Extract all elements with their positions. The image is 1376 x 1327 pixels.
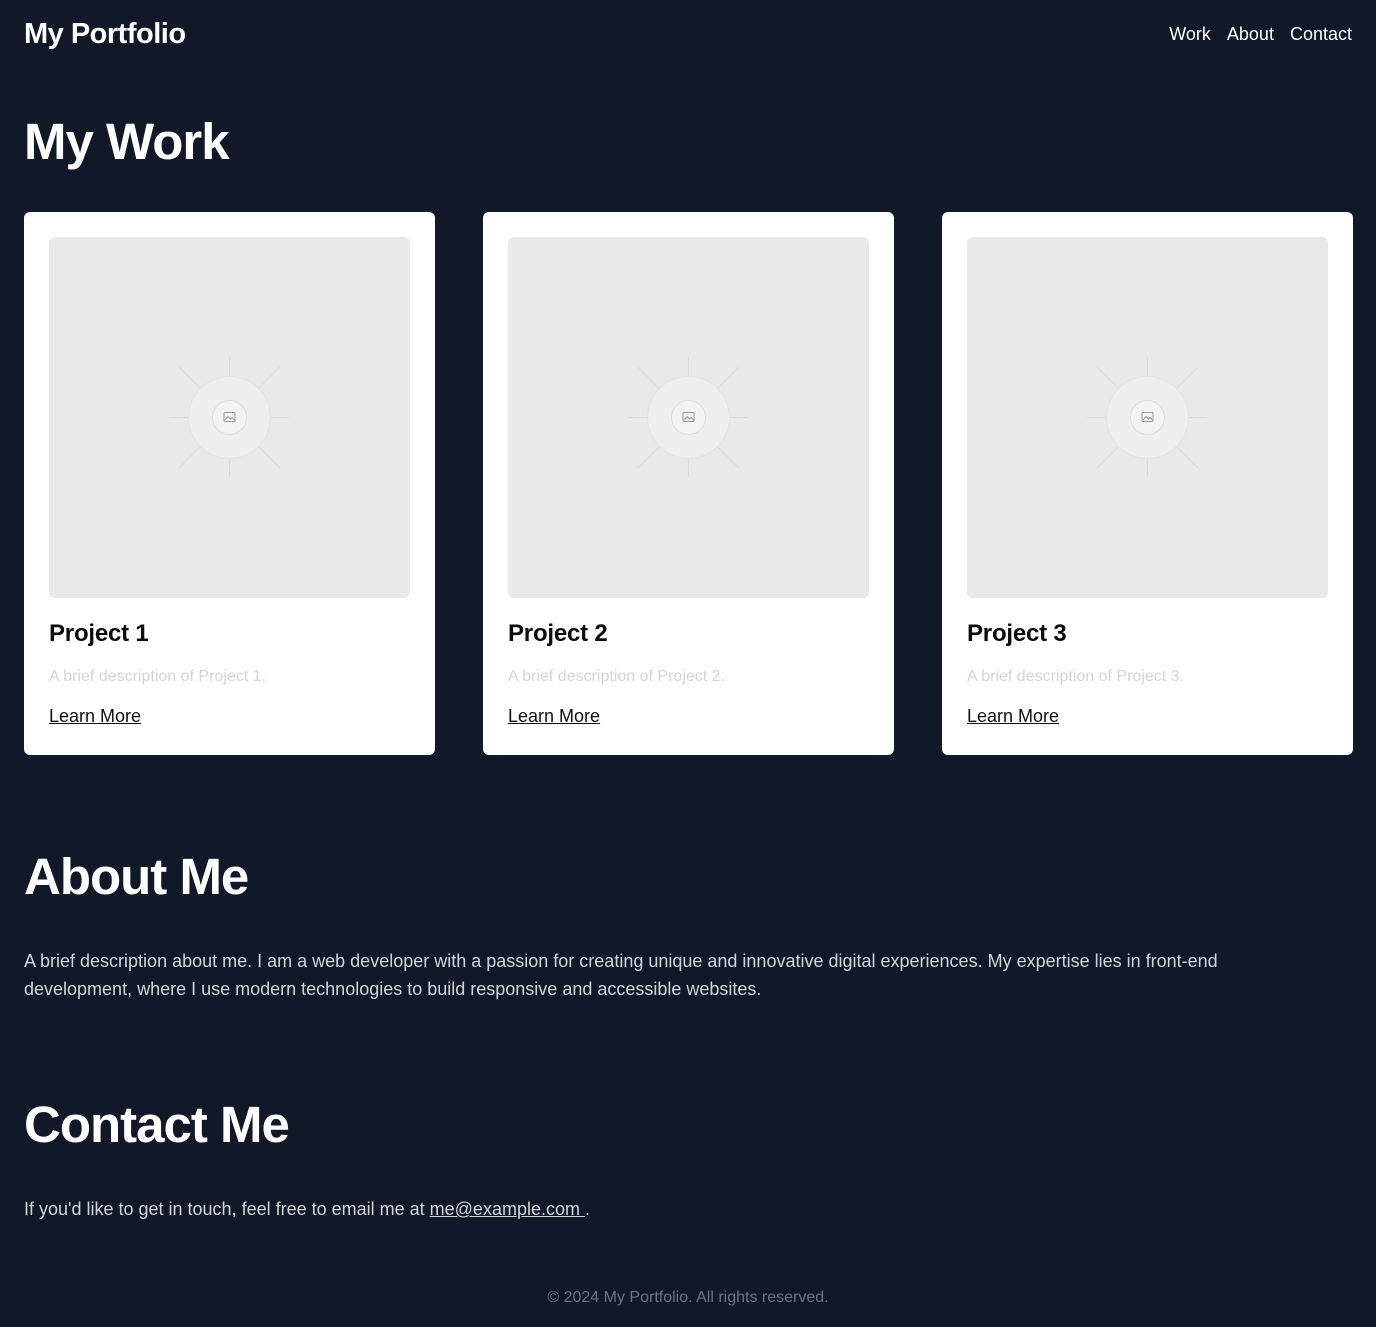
- image-placeholder-icon: [628, 357, 748, 477]
- image-placeholder-icon: [1087, 357, 1207, 477]
- work-heading: My Work: [24, 113, 230, 170]
- project-image: [49, 237, 410, 598]
- project-description: A brief description of Project 1.: [49, 668, 266, 685]
- contact-text-after: .: [584, 1199, 590, 1219]
- about-heading: About Me: [24, 848, 249, 905]
- project-title: Project 2: [508, 620, 608, 647]
- learn-more-link[interactable]: Learn More: [508, 706, 600, 727]
- footer-copyright: © 2024 My Portfolio. All rights reserved…: [547, 1289, 829, 1306]
- page: My Portfolio Work About Contact My Work: [0, 0, 1376, 1327]
- learn-more-link[interactable]: Learn More: [967, 706, 1059, 727]
- main-nav: Work About Contact: [1169, 24, 1352, 45]
- learn-more-link[interactable]: Learn More: [49, 706, 141, 727]
- nav-link-about[interactable]: About: [1227, 24, 1274, 45]
- image-placeholder-icon: [169, 357, 289, 477]
- contact-text-before: If you'd like to get in touch, feel free…: [24, 1199, 430, 1219]
- project-card: Project 1 A brief description of Project…: [24, 212, 435, 755]
- project-image: [967, 237, 1328, 598]
- about-text: A brief description about me. I am a web…: [24, 951, 1218, 999]
- project-title: Project 3: [967, 620, 1067, 647]
- project-description: A brief description of Project 3.: [967, 668, 1184, 685]
- project-card: Project 3 A brief description of Project…: [942, 212, 1353, 755]
- project-image: [508, 237, 869, 598]
- contact-heading: Contact Me: [24, 1096, 290, 1153]
- project-cards: Project 1 A brief description of Project…: [24, 212, 1353, 755]
- site-header: My Portfolio Work About Contact: [24, 14, 1352, 54]
- nav-link-work[interactable]: Work: [1169, 24, 1211, 45]
- project-title: Project 1: [49, 620, 149, 647]
- nav-link-contact[interactable]: Contact: [1290, 24, 1352, 45]
- brand-title[interactable]: My Portfolio: [24, 18, 186, 51]
- email-link[interactable]: me@example.com: [430, 1199, 585, 1219]
- project-card: Project 2 A brief description of Project…: [483, 212, 894, 755]
- project-description: A brief description of Project 2.: [508, 668, 725, 685]
- contact-text: If you'd like to get in touch, feel free…: [24, 1195, 1324, 1223]
